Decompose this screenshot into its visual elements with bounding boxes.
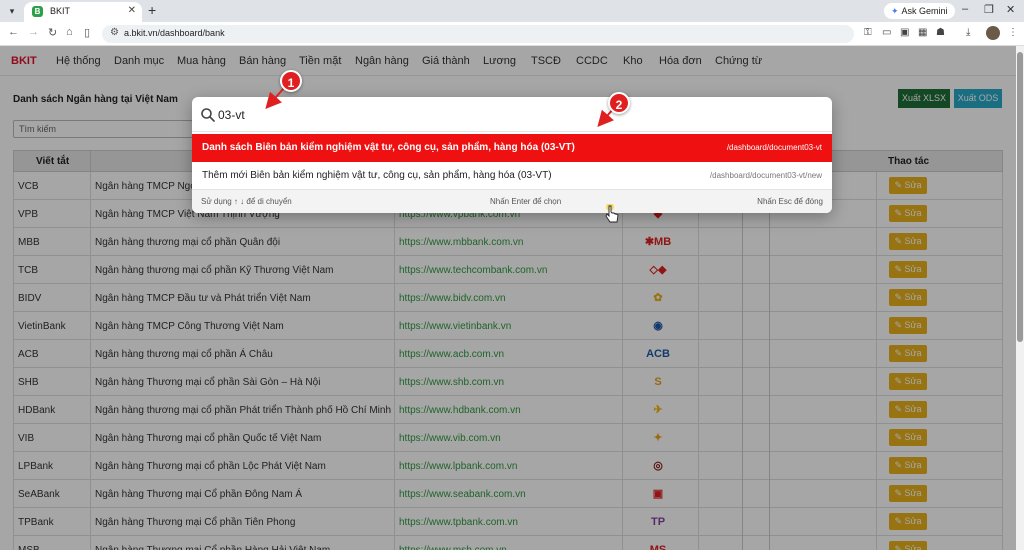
result-path: /dashboard/document03-vt/new [709, 171, 822, 180]
browser-toolbar: ← → ↻ ⌂ ▯ ⚙ a.bkit.vn/dashboard/bank ⚿ ▭… [0, 22, 1024, 46]
move-hint: Sử dụng ↑ ↓ để di chuyển [201, 197, 292, 206]
result-label: Danh sách Biên bản kiểm nghiệm vật tư, c… [202, 142, 575, 153]
scrollbar-thumb[interactable] [1017, 52, 1023, 342]
palette-footer: Sử dụng ↑ ↓ để di chuyển Nhấn Enter để c… [192, 189, 832, 213]
site-info-icon[interactable]: ⚙ [110, 27, 119, 38]
step-marker-1: 1 [280, 70, 302, 92]
tab-favicon-icon: B [32, 6, 43, 17]
page-content: BKIT Hệ thống Danh mục Mua hàng Bán hàng… [0, 46, 1016, 550]
result-path: /dashboard/document03-vt [726, 143, 822, 152]
card-icon[interactable]: ▭ [882, 27, 891, 38]
tab-close-icon[interactable]: ✕ [128, 5, 136, 16]
browser-tab-bar: ▾ B BKIT ✕ + ✦ Ask Gemini – ❐ ✕ [0, 0, 1024, 22]
ask-gemini-label: Ask Gemini [901, 6, 948, 16]
address-bar[interactable]: ⚙ a.bkit.vn/dashboard/bank [102, 25, 854, 43]
home-icon[interactable]: ⌂ [66, 26, 73, 38]
extension-icon[interactable]: ▦ [918, 27, 927, 38]
enter-hint: Nhấn Enter để chọn [490, 197, 562, 206]
search-icon [201, 108, 215, 122]
download-icon[interactable]: ⤓ [966, 27, 970, 38]
maximize-icon[interactable]: ❐ [984, 3, 994, 16]
step-marker-2: 2 [608, 92, 630, 114]
window-close-icon[interactable]: ✕ [1006, 3, 1015, 16]
tab-title: BKIT [50, 6, 71, 16]
address-url: a.bkit.vn/dashboard/bank [124, 28, 225, 38]
browser-menu-icon[interactable]: ⋮ [1008, 27, 1018, 38]
result-label: Thêm mới Biên bản kiểm nghiệm vật tư, cô… [202, 170, 552, 181]
page-scrollbar[interactable] [1016, 46, 1024, 550]
hand-cursor-icon [605, 204, 619, 223]
esc-hint: Nhấn Esc để đóng [757, 197, 823, 206]
ask-gemini-button[interactable]: ✦ Ask Gemini [884, 3, 955, 19]
reload-icon[interactable]: ↻ [48, 26, 57, 39]
password-key-icon[interactable]: ⚿ [864, 27, 872, 38]
palette-result-new[interactable]: Thêm mới Biên bản kiểm nghiệm vật tư, cô… [192, 162, 832, 190]
profile-avatar[interactable] [986, 26, 1000, 40]
palette-result-list[interactable]: Danh sách Biên bản kiểm nghiệm vật tư, c… [192, 134, 832, 162]
command-palette: Danh sách Biên bản kiểm nghiệm vật tư, c… [192, 97, 832, 213]
new-tab-icon[interactable]: + [148, 2, 156, 18]
back-icon[interactable]: ← [8, 26, 19, 38]
robot-icon[interactable]: ☗ [936, 27, 945, 38]
forward-icon[interactable]: → [28, 26, 39, 38]
sidebar-icon[interactable]: ▯ [84, 26, 90, 39]
tab-search-icon[interactable]: ▾ [4, 3, 20, 19]
gemini-spark-icon: ✦ [891, 6, 899, 16]
minimize-icon[interactable]: – [962, 3, 968, 15]
browser-tab[interactable]: B BKIT ✕ [24, 2, 142, 22]
palette-divider [192, 131, 832, 132]
palette-search-input[interactable] [218, 106, 618, 124]
cast-icon[interactable]: ▣ [900, 27, 909, 38]
